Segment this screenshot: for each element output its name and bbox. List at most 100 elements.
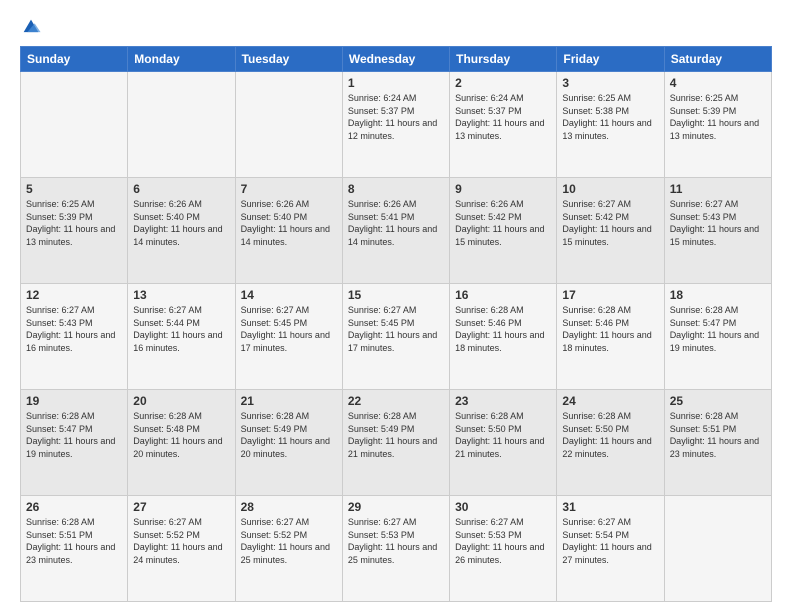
- calendar-cell: 18 Sunrise: 6:28 AMSunset: 5:47 PMDayligh…: [664, 284, 771, 390]
- day-number: 11: [670, 182, 766, 196]
- weekday-header-thursday: Thursday: [450, 47, 557, 72]
- day-info: Sunrise: 6:27 AMSunset: 5:53 PMDaylight:…: [455, 516, 551, 566]
- weekday-header-sunday: Sunday: [21, 47, 128, 72]
- calendar-cell: [128, 72, 235, 178]
- calendar-cell: 30 Sunrise: 6:27 AMSunset: 5:53 PMDayligh…: [450, 496, 557, 602]
- day-number: 13: [133, 288, 229, 302]
- weekday-header-saturday: Saturday: [664, 47, 771, 72]
- calendar-cell: 9 Sunrise: 6:26 AMSunset: 5:42 PMDaylight…: [450, 178, 557, 284]
- day-number: 27: [133, 500, 229, 514]
- weekday-header-tuesday: Tuesday: [235, 47, 342, 72]
- calendar-cell: 28Sunrise: 6:27 AMSunset: 5:52 PMDayligh…: [235, 496, 342, 602]
- day-info: Sunrise: 6:25 AMSunset: 5:38 PMDaylight:…: [562, 92, 658, 142]
- day-info: Sunrise: 6:24 AMSunset: 5:37 PMDaylight:…: [348, 92, 444, 142]
- day-info: Sunrise: 6:28 AMSunset: 5:49 PMDaylight:…: [241, 410, 337, 460]
- calendar-cell: 17 Sunrise: 6:28 AMSunset: 5:46 PMDayligh…: [557, 284, 664, 390]
- day-number: 4: [670, 76, 766, 90]
- day-info: Sunrise: 6:27 AMSunset: 5:44 PMDaylight:…: [133, 304, 229, 354]
- weekday-header-wednesday: Wednesday: [342, 47, 449, 72]
- weekday-header-row: SundayMondayTuesdayWednesdayThursdayFrid…: [21, 47, 772, 72]
- calendar-cell: 5 Sunrise: 6:25 AMSunset: 5:39 PMDaylight…: [21, 178, 128, 284]
- calendar-cell: [235, 72, 342, 178]
- calendar-cell: 20 Sunrise: 6:28 AMSunset: 5:48 PMDayligh…: [128, 390, 235, 496]
- day-info: Sunrise: 6:27 AMSunset: 5:52 PMDaylight:…: [133, 516, 229, 566]
- calendar-cell: 2 Sunrise: 6:24 AMSunset: 5:37 PMDaylight…: [450, 72, 557, 178]
- day-info: Sunrise: 6:27 AMSunset: 5:53 PMDaylight:…: [348, 516, 444, 566]
- day-number: 7: [241, 182, 337, 196]
- day-number: 22: [348, 394, 444, 408]
- calendar-cell: 24 Sunrise: 6:28 AMSunset: 5:50 PMDayligh…: [557, 390, 664, 496]
- day-info: Sunrise: 6:27 AMSunset: 5:42 PMDaylight:…: [562, 198, 658, 248]
- day-info: Sunrise: 6:28 AMSunset: 5:47 PMDaylight:…: [670, 304, 766, 354]
- day-info: Sunrise: 6:27 AMSunset: 5:52 PMDaylight:…: [241, 516, 337, 566]
- calendar-cell: 23 Sunrise: 6:28 AMSunset: 5:50 PMDayligh…: [450, 390, 557, 496]
- day-number: 24: [562, 394, 658, 408]
- day-info: Sunrise: 6:28 AMSunset: 5:51 PMDaylight:…: [26, 516, 122, 566]
- calendar-cell: 19 Sunrise: 6:28 AMSunset: 5:47 PMDayligh…: [21, 390, 128, 496]
- day-info: Sunrise: 6:25 AMSunset: 5:39 PMDaylight:…: [26, 198, 122, 248]
- calendar-cell: 1 Sunrise: 6:24 AMSunset: 5:37 PMDaylight…: [342, 72, 449, 178]
- day-number: 31: [562, 500, 658, 514]
- calendar-cell: 6 Sunrise: 6:26 AMSunset: 5:40 PMDaylight…: [128, 178, 235, 284]
- calendar-cell: 11Sunrise: 6:27 AMSunset: 5:43 PMDayligh…: [664, 178, 771, 284]
- calendar-week-row: 5 Sunrise: 6:25 AMSunset: 5:39 PMDaylight…: [21, 178, 772, 284]
- day-number: 8: [348, 182, 444, 196]
- calendar-cell: 10 Sunrise: 6:27 AMSunset: 5:42 PMDayligh…: [557, 178, 664, 284]
- day-number: 23: [455, 394, 551, 408]
- day-info: Sunrise: 6:28 AMSunset: 5:48 PMDaylight:…: [133, 410, 229, 460]
- day-number: 21: [241, 394, 337, 408]
- calendar-cell: 4Sunrise: 6:25 AMSunset: 5:39 PMDaylight…: [664, 72, 771, 178]
- day-info: Sunrise: 6:27 AMSunset: 5:45 PMDaylight:…: [241, 304, 337, 354]
- day-number: 17: [562, 288, 658, 302]
- day-number: 18: [670, 288, 766, 302]
- calendar-cell: 3 Sunrise: 6:25 AMSunset: 5:38 PMDaylight…: [557, 72, 664, 178]
- day-info: Sunrise: 6:26 AMSunset: 5:40 PMDaylight:…: [241, 198, 337, 248]
- day-number: 15: [348, 288, 444, 302]
- day-number: 2: [455, 76, 551, 90]
- weekday-header-monday: Monday: [128, 47, 235, 72]
- calendar-cell: [21, 72, 128, 178]
- calendar-cell: 7 Sunrise: 6:26 AMSunset: 5:40 PMDaylight…: [235, 178, 342, 284]
- day-info: Sunrise: 6:24 AMSunset: 5:37 PMDaylight:…: [455, 92, 551, 142]
- day-info: Sunrise: 6:26 AMSunset: 5:40 PMDaylight:…: [133, 198, 229, 248]
- calendar-cell: 15 Sunrise: 6:27 AMSunset: 5:45 PMDayligh…: [342, 284, 449, 390]
- day-number: 9: [455, 182, 551, 196]
- day-number: 12: [26, 288, 122, 302]
- calendar-cell: 29Sunrise: 6:27 AMSunset: 5:53 PMDayligh…: [342, 496, 449, 602]
- calendar-week-row: 26 Sunrise: 6:28 AMSunset: 5:51 PMDayligh…: [21, 496, 772, 602]
- day-number: 5: [26, 182, 122, 196]
- calendar-cell: 21 Sunrise: 6:28 AMSunset: 5:49 PMDayligh…: [235, 390, 342, 496]
- day-info: Sunrise: 6:28 AMSunset: 5:46 PMDaylight:…: [562, 304, 658, 354]
- day-info: Sunrise: 6:28 AMSunset: 5:49 PMDaylight:…: [348, 410, 444, 460]
- day-info: Sunrise: 6:27 AMSunset: 5:54 PMDaylight:…: [562, 516, 658, 566]
- day-info: Sunrise: 6:28 AMSunset: 5:50 PMDaylight:…: [562, 410, 658, 460]
- calendar-cell: 22 Sunrise: 6:28 AMSunset: 5:49 PMDayligh…: [342, 390, 449, 496]
- logo: [20, 16, 46, 38]
- day-number: 1: [348, 76, 444, 90]
- day-info: Sunrise: 6:28 AMSunset: 5:47 PMDaylight:…: [26, 410, 122, 460]
- day-info: Sunrise: 6:26 AMSunset: 5:42 PMDaylight:…: [455, 198, 551, 248]
- day-number: 26: [26, 500, 122, 514]
- calendar-cell: 14Sunrise: 6:27 AMSunset: 5:45 PMDayligh…: [235, 284, 342, 390]
- calendar-cell: 25Sunrise: 6:28 AMSunset: 5:51 PMDayligh…: [664, 390, 771, 496]
- calendar-cell: 27 Sunrise: 6:27 AMSunset: 5:52 PMDayligh…: [128, 496, 235, 602]
- day-info: Sunrise: 6:28 AMSunset: 5:50 PMDaylight:…: [455, 410, 551, 460]
- weekday-header-friday: Friday: [557, 47, 664, 72]
- day-info: Sunrise: 6:27 AMSunset: 5:45 PMDaylight:…: [348, 304, 444, 354]
- day-info: Sunrise: 6:28 AMSunset: 5:46 PMDaylight:…: [455, 304, 551, 354]
- calendar-cell: 8 Sunrise: 6:26 AMSunset: 5:41 PMDaylight…: [342, 178, 449, 284]
- calendar-cell: 13 Sunrise: 6:27 AMSunset: 5:44 PMDayligh…: [128, 284, 235, 390]
- day-info: Sunrise: 6:26 AMSunset: 5:41 PMDaylight:…: [348, 198, 444, 248]
- day-number: 3: [562, 76, 658, 90]
- header: [20, 16, 772, 38]
- day-number: 19: [26, 394, 122, 408]
- calendar-week-row: 1 Sunrise: 6:24 AMSunset: 5:37 PMDaylight…: [21, 72, 772, 178]
- day-number: 25: [670, 394, 766, 408]
- day-number: 30: [455, 500, 551, 514]
- day-number: 6: [133, 182, 229, 196]
- calendar-cell: [664, 496, 771, 602]
- day-info: Sunrise: 6:27 AMSunset: 5:43 PMDaylight:…: [26, 304, 122, 354]
- calendar-cell: 26 Sunrise: 6:28 AMSunset: 5:51 PMDayligh…: [21, 496, 128, 602]
- day-number: 10: [562, 182, 658, 196]
- day-number: 20: [133, 394, 229, 408]
